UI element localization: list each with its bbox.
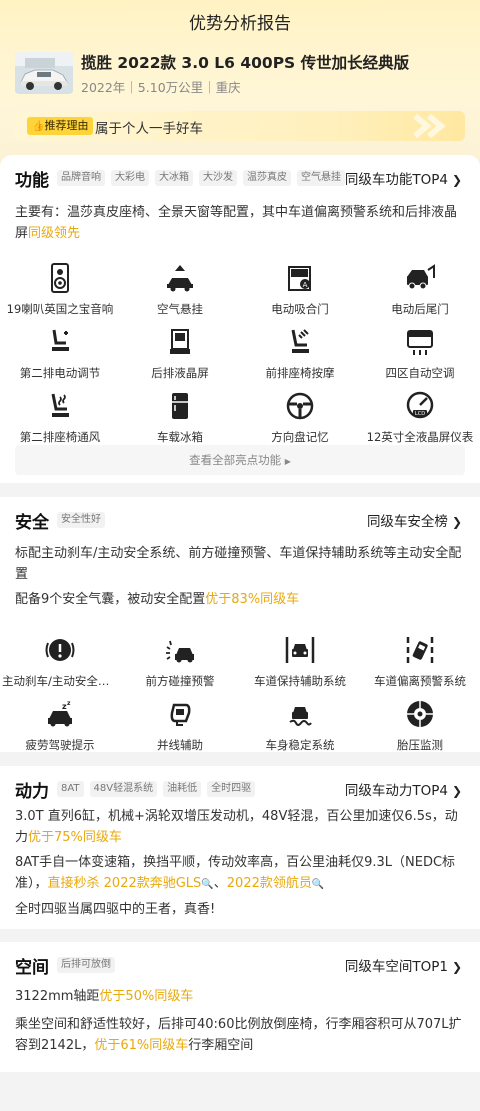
view-all-features-button[interactable]: 查看全部亮点功能 ▶ (15, 445, 465, 475)
thumbs-up-icon: 👍 (32, 121, 45, 132)
svg-text:z: z (67, 700, 71, 707)
feature-item: 车道保持辅助系统 (240, 635, 360, 699)
chevron-right-icon: ❯ (451, 173, 462, 187)
feature-item: zz 疲劳驾驶提示 (25, 700, 95, 752)
svg-text:LCD: LCD (415, 411, 425, 417)
speaker-icon (51, 263, 69, 293)
fatigue-alert-icon: zz (48, 700, 72, 727)
compare-link-gls[interactable]: 直接秒杀 2022款奔驰GLS🔍 (48, 876, 214, 891)
feature-item: 前方碰撞预警 (120, 635, 240, 699)
page-title: 优势分析报告 (189, 14, 291, 34)
search-icon: 🔍 (311, 879, 325, 890)
feature-item: 主动刹车/主动安全系统 (0, 635, 120, 699)
recommend-reason-bar: 👍推荐理由 属于个人一手好车 (15, 111, 465, 141)
feature-item: 四区自动空调 (360, 327, 480, 391)
rear-screen-icon (170, 329, 190, 354)
feature-chip: 油耗低 (163, 781, 202, 797)
feature-item: 19喇叭英国之宝音响 (0, 263, 120, 327)
section-title: 空间 (15, 957, 49, 978)
feature-chip: 品牌音响 (57, 170, 105, 186)
feature-item: 并线辅助 (120, 699, 240, 763)
recommend-tag: 👍推荐理由 (27, 117, 94, 135)
compare-link-navigator[interactable]: 2022款领航员🔍 (227, 876, 325, 891)
steering-memory-icon (286, 392, 314, 420)
svg-text:A: A (303, 281, 308, 289)
feature-item: 空气悬挂 (120, 263, 240, 327)
feature-chip: 全时四驱 (207, 781, 256, 797)
function-feature-grid: 19喇叭英国之宝音响 空气悬挂 A 电动吸合门 电动后尾门 第二排电动调节 后排… (0, 263, 480, 455)
feature-item: 第二排电动调节 (0, 327, 120, 391)
lcd-cluster-icon: LCD (406, 391, 434, 419)
stability-control-icon (289, 707, 312, 726)
feature-chip: 大彩电 (111, 170, 149, 186)
feature-chip: 大沙发 (199, 170, 237, 186)
air-suspension-icon (167, 265, 193, 292)
feature-chip: 温莎真皮 (243, 170, 291, 186)
decorative-chevron-icon (413, 113, 446, 139)
power-ranking-link[interactable]: 同级车动力TOP4 ❯ (345, 779, 462, 799)
power-tailgate-icon (407, 264, 435, 290)
space-cargo-text: 乘坐空间和舒适性较好，后排可40:60比例放倒座椅，行李厢容积可从707L扩容到… (15, 1017, 462, 1053)
safety-summary: 标配主动刹车/主动安全系统、前方碰撞预警、车道保持辅助系统等主动安全配置 (15, 546, 462, 582)
feature-chip: 48V轻混系统 (89, 781, 158, 797)
chevron-right-icon: ❯ (451, 515, 462, 529)
soft-close-door-icon: A (288, 266, 311, 291)
blind-spot-icon (170, 703, 191, 726)
feature-item: 车身稳定系统 (240, 699, 360, 763)
seat-massage-icon (291, 329, 309, 353)
power-engine-text: 3.0T 直列6缸，机械+涡轮双增压发动机，48V轻混，百公里加速仅6.5s，动… (15, 809, 458, 845)
feature-chip: 空气悬挂 (297, 170, 345, 186)
feature-chip: 8AT (57, 781, 84, 797)
safety-ranking-link[interactable]: 同级车安全榜 ❯ (367, 510, 462, 530)
climate-control-icon (407, 330, 433, 355)
function-section: 功能 品牌音响 大彩电 大冰箱 大沙发 温莎真皮 空气悬挂 同级车功能TOP4 ❯… (0, 155, 480, 483)
safety-airbag-text: 配备9个安全气囊，被动安全配置优于83%同级车 (15, 592, 300, 607)
seat-ventilation-icon (51, 393, 69, 417)
chevron-right-icon: ❯ (451, 784, 462, 798)
search-icon: 🔍 (201, 879, 214, 890)
feature-item: 前排座椅按摩 (240, 327, 360, 391)
feature-item: 后排液晶屏 (120, 327, 240, 391)
car-meta: 2022年｜5.10万公里｜重庆 (81, 80, 241, 95)
chevron-right-icon: ❯ (451, 960, 462, 974)
power-seat-icon (52, 329, 69, 351)
power-awd-text: 全时四驱当属四驱中的王者，真香! (15, 902, 216, 917)
feature-chip: 安全性好 (57, 512, 105, 528)
space-section: 空间 后排可放倒 同级车空间TOP1 ❯ 3122mm轴距优于50%同级车 乘坐空… (0, 942, 480, 1072)
function-summary: 主要有：温莎真皮座椅、全景天窗等配置，其中车道偏离预警系统和后排液晶屏同级领先 (15, 205, 458, 241)
power-transmission-text: 8AT手自一体变速箱，换挡平顺，传动效率高，百公里油耗仅9.3L（NEDC标准）… (15, 855, 456, 891)
tire-pressure-icon (407, 701, 433, 727)
feature-item: A 电动吸合门 (240, 263, 360, 327)
lane-keep-icon (285, 637, 315, 663)
collision-warning-icon (166, 640, 194, 663)
car-name: 揽胜 2022款 3.0 L6 400PS 传世加长经典版 (81, 54, 410, 72)
caret-right-icon: ▶ (284, 457, 291, 466)
feature-item: 胎压监测 (360, 699, 480, 763)
feature-item: 电动后尾门 (360, 263, 480, 327)
power-section: 动力 8AT 48V轻混系统 油耗低 全时四驱 同级车动力TOP4 ❯ 3.0T … (0, 766, 480, 929)
space-wheelbase-text: 3122mm轴距优于50%同级车 (15, 989, 194, 1004)
page-bottom (0, 1072, 480, 1111)
safety-section: 安全 安全性好 同级车安全榜 ❯ 标配主动刹车/主动安全系统、前方碰撞预警、车道保… (0, 497, 480, 752)
section-title: 功能 (15, 170, 49, 191)
section-title: 安全 (15, 512, 49, 533)
active-brake-icon (45, 639, 75, 661)
safety-feature-grid: 主动刹车/主动安全系统 前方碰撞预警 车道保持辅助系统 车道偏离预警系统 zz … (0, 635, 480, 763)
section-title: 动力 (15, 781, 49, 802)
car-thumbnail[interactable] (15, 52, 73, 94)
feature-chip: 后排可放倒 (57, 957, 115, 973)
space-ranking-link[interactable]: 同级车空间TOP1 ❯ (345, 955, 462, 975)
feature-item: 车道偏离预警系统 (360, 635, 480, 699)
fridge-icon (172, 393, 188, 419)
feature-chip: 大冰箱 (155, 170, 193, 186)
function-ranking-link[interactable]: 同级车功能TOP4 ❯ (345, 168, 462, 188)
car-photo-icon (15, 52, 73, 94)
lane-departure-icon (406, 637, 434, 663)
recommend-reason-text: 属于个人一手好车 (95, 121, 203, 137)
